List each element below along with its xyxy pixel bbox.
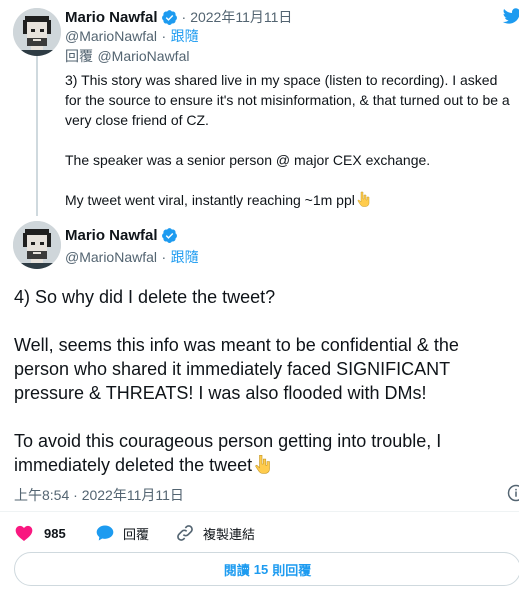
- backhand-index-pointing-down-emoji: [252, 454, 272, 474]
- reply-author-row: Mario Nawfal · 2022年11月11日: [65, 7, 292, 27]
- copy-link-button[interactable]: 複製連結: [175, 523, 255, 543]
- divider: [0, 511, 519, 512]
- tweet-body: 4) So why did I delete the tweet? Well, …: [14, 285, 514, 477]
- copy-link-label: 複製連結: [203, 526, 256, 542]
- reply-handle-row: @MarioNawfal · 跟隨: [65, 26, 199, 46]
- reply-label: 回覆: [123, 526, 150, 542]
- reply-handle[interactable]: @MarioNawfal: [65, 28, 157, 44]
- like-button[interactable]: 985: [14, 523, 66, 543]
- reply-paragraph-3-text: My tweet went viral, instantly reaching …: [65, 192, 355, 208]
- thread-line: [36, 56, 38, 216]
- tweet-avatar[interactable]: [13, 221, 61, 269]
- reply-follow-link[interactable]: 跟隨: [171, 28, 199, 44]
- replying-to-label: 回覆: [65, 48, 93, 64]
- read-replies-prefix: 閱讀: [223, 562, 250, 578]
- like-count: 985: [44, 525, 66, 541]
- tweet-paragraph-3: To avoid this courageous person getting …: [14, 429, 514, 477]
- backhand-index-pointing-down-emoji: [355, 191, 371, 207]
- reply-paragraph-1: 3) This story was shared live in my spac…: [65, 72, 510, 128]
- tweet-paragraph-3-text: To avoid this courageous person getting …: [14, 431, 442, 475]
- read-replies-count: 15: [253, 561, 269, 577]
- tweet-paragraph-1: 4) So why did I delete the tweet?: [14, 287, 276, 307]
- tweet-handle[interactable]: @MarioNawfal: [65, 249, 157, 265]
- reply-author-name[interactable]: Mario Nawfal: [65, 9, 158, 26]
- info-icon[interactable]: [507, 484, 519, 502]
- reply-timestamp[interactable]: 2022年11月11日: [190, 7, 292, 27]
- replying-to-handle[interactable]: @MarioNawfal: [97, 48, 189, 64]
- tweet-handle-row: @MarioNawfal · 跟隨: [65, 247, 199, 267]
- replying-to-row: 回覆 @MarioNawfal: [65, 46, 189, 66]
- reply-paragraph-2: The speaker was a senior person @ major …: [65, 152, 431, 168]
- verified-badge-icon: [161, 227, 178, 244]
- verified-badge-icon: [161, 9, 178, 26]
- reply-paragraph-3: My tweet went viral, instantly reaching …: [65, 190, 515, 210]
- twitter-bird-icon[interactable]: [502, 6, 519, 26]
- handle-dot: ·: [161, 28, 167, 44]
- link-icon: [177, 525, 193, 541]
- tweet-author-row: Mario Nawfal: [65, 227, 178, 244]
- reply-dot: ·: [181, 9, 187, 25]
- tweet-timestamp[interactable]: 上午8:54 · 2022年11月11日: [14, 485, 184, 505]
- tweet-author-name[interactable]: Mario Nawfal: [65, 227, 158, 244]
- reply-button[interactable]: 回覆: [95, 523, 149, 543]
- read-replies-button[interactable]: 閱讀 15 則回覆: [14, 552, 519, 586]
- tweet-paragraph-2: Well, seems this info was meant to be co…: [14, 335, 459, 403]
- reply-body: 3) This story was shared live in my spac…: [65, 70, 515, 210]
- tweet-follow-link[interactable]: 跟隨: [171, 249, 199, 265]
- comment-icon: [96, 525, 114, 541]
- reply-avatar[interactable]: [13, 8, 61, 56]
- read-replies-suffix: 則回覆: [272, 562, 312, 578]
- heart-icon: [15, 525, 33, 541]
- handle-dot: ·: [161, 249, 167, 265]
